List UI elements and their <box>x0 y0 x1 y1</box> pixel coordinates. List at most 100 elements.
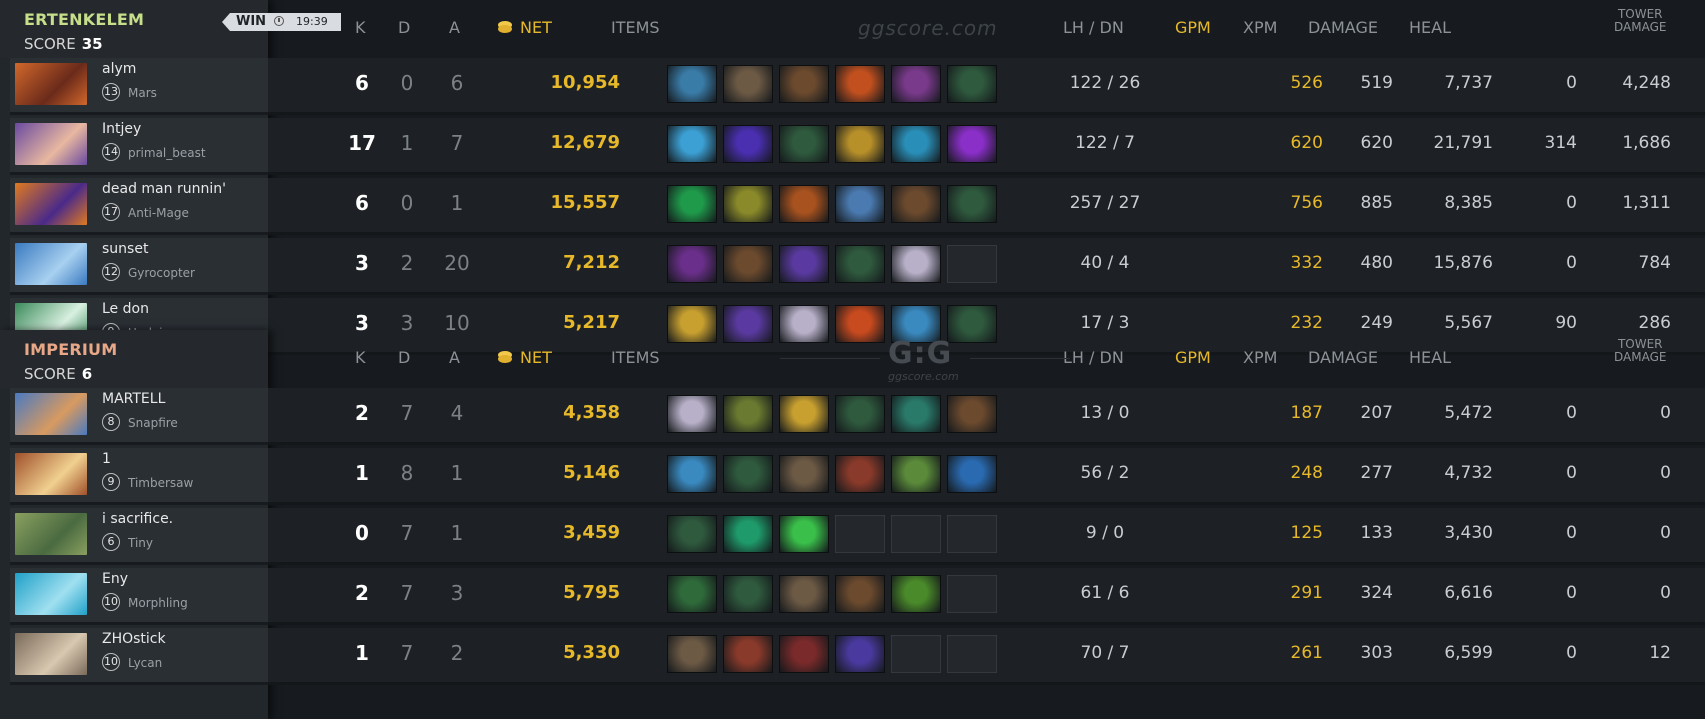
gold-coins-icon <box>498 25 512 33</box>
player-name[interactable]: dead man runnin' <box>102 181 226 197</box>
column-header-row: K D A NET ITEMS LH / DN GPM XPM DAMAGE HEAL TOWER D… <box>268 330 1705 388</box>
empty-item-slot <box>947 245 997 283</box>
item-slot[interactable] <box>947 125 997 163</box>
item-slot[interactable] <box>667 575 717 613</box>
item-slot[interactable] <box>947 185 997 223</box>
player-card[interactable]: 1 9 Timbersaw <box>10 448 268 505</box>
xpm: 133 <box>1360 523 1393 543</box>
item-slot[interactable] <box>667 245 717 283</box>
item-slot[interactable] <box>723 65 773 103</box>
player-name[interactable]: ZHOstick <box>102 631 166 647</box>
item-slot[interactable] <box>835 395 885 433</box>
hero-name: Morphling <box>128 596 188 610</box>
item-slot[interactable] <box>779 575 829 613</box>
score-label: SCORE <box>24 365 76 383</box>
clock-icon <box>274 16 284 26</box>
item-slot[interactable] <box>779 245 829 283</box>
item-slot[interactable] <box>723 575 773 613</box>
item-slot[interactable] <box>891 185 941 223</box>
net-worth: 7,212 <box>563 252 620 273</box>
heal: 0 <box>1566 193 1577 213</box>
item-slot[interactable] <box>835 455 885 493</box>
item-slot[interactable] <box>723 395 773 433</box>
item-slot[interactable] <box>723 185 773 223</box>
item-slot[interactable] <box>723 635 773 673</box>
item-slot[interactable] <box>891 245 941 283</box>
player-name[interactable]: Intjey <box>102 121 141 137</box>
item-slot[interactable] <box>891 395 941 433</box>
item-slot[interactable] <box>891 65 941 103</box>
item-slot[interactable] <box>835 245 885 283</box>
damage: 5,472 <box>1444 403 1493 423</box>
assists: 3 <box>450 581 464 605</box>
item-slot[interactable] <box>779 455 829 493</box>
item-slot[interactable] <box>835 125 885 163</box>
item-slot[interactable] <box>891 455 941 493</box>
player-name[interactable]: MARTELL <box>102 391 165 407</box>
player-card[interactable]: Eny 10 Morphling <box>10 568 268 625</box>
xpm: 324 <box>1360 583 1393 603</box>
item-slot[interactable] <box>779 185 829 223</box>
kills: 2 <box>355 401 369 425</box>
heal: 0 <box>1566 523 1577 543</box>
player-name[interactable]: Le don <box>102 301 149 317</box>
player-card[interactable]: MARTELL 8 Snapfire <box>10 388 268 445</box>
player-card[interactable]: Intjey 14 primal_beast <box>10 118 268 175</box>
player-name[interactable]: i sacrifice. <box>102 511 173 527</box>
kills: 6 <box>355 71 369 95</box>
kills: 0 <box>355 521 369 545</box>
item-slot[interactable] <box>835 185 885 223</box>
damage: 6,599 <box>1444 643 1493 663</box>
player-name[interactable]: 1 <box>102 451 111 467</box>
item-slot[interactable] <box>779 125 829 163</box>
net-worth: 4,358 <box>563 402 620 423</box>
item-slot[interactable] <box>891 125 941 163</box>
kills: 3 <box>355 251 369 275</box>
tower-damage: 0 <box>1660 523 1671 543</box>
hero-name: Anti-Mage <box>128 206 189 220</box>
item-slot[interactable] <box>835 575 885 613</box>
item-slot[interactable] <box>723 515 773 553</box>
net-worth: 5,146 <box>563 462 620 483</box>
item-slot[interactable] <box>947 65 997 103</box>
item-slot[interactable] <box>835 65 885 103</box>
item-slot[interactable] <box>779 515 829 553</box>
hero-name: Mars <box>128 86 157 100</box>
header-xpm: XPM <box>1243 18 1278 37</box>
item-slot[interactable] <box>779 65 829 103</box>
item-slot[interactable] <box>667 395 717 433</box>
damage: 8,385 <box>1444 193 1493 213</box>
item-slot[interactable] <box>723 125 773 163</box>
item-slot[interactable] <box>723 455 773 493</box>
item-slot[interactable] <box>779 635 829 673</box>
item-slot[interactable] <box>947 395 997 433</box>
item-slot[interactable] <box>779 395 829 433</box>
player-name[interactable]: Eny <box>102 571 128 587</box>
item-slot[interactable] <box>667 635 717 673</box>
net-worth: 12,679 <box>550 132 620 153</box>
item-slot[interactable] <box>667 125 717 163</box>
item-slot[interactable] <box>723 245 773 283</box>
item-slot[interactable] <box>947 455 997 493</box>
player-card[interactable]: dead man runnin' 17 Anti-Mage <box>10 178 268 235</box>
item-slot[interactable] <box>891 575 941 613</box>
win-badge: WIN 19:39 <box>222 13 341 31</box>
player-name[interactable]: alym <box>102 61 136 77</box>
player-card[interactable]: sunset 12 Gyrocopter <box>10 238 268 295</box>
deaths: 8 <box>400 461 414 485</box>
hero-portrait <box>15 513 87 555</box>
player-name[interactable]: sunset <box>102 241 148 257</box>
kills: 6 <box>355 191 369 215</box>
item-slot[interactable] <box>667 65 717 103</box>
item-slot[interactable] <box>667 515 717 553</box>
gold-coins-icon <box>498 355 512 363</box>
heal: 0 <box>1566 403 1577 423</box>
tower-damage: 1,311 <box>1622 193 1671 213</box>
tower-damage: 4,248 <box>1622 73 1671 93</box>
player-card[interactable]: i sacrifice. 6 Tiny <box>10 508 268 565</box>
item-slot[interactable] <box>667 455 717 493</box>
item-slot[interactable] <box>667 185 717 223</box>
player-card[interactable]: ZHOstick 10 Lycan <box>10 628 268 685</box>
item-slot[interactable] <box>835 635 885 673</box>
player-card[interactable]: alym 13 Mars <box>10 58 268 115</box>
